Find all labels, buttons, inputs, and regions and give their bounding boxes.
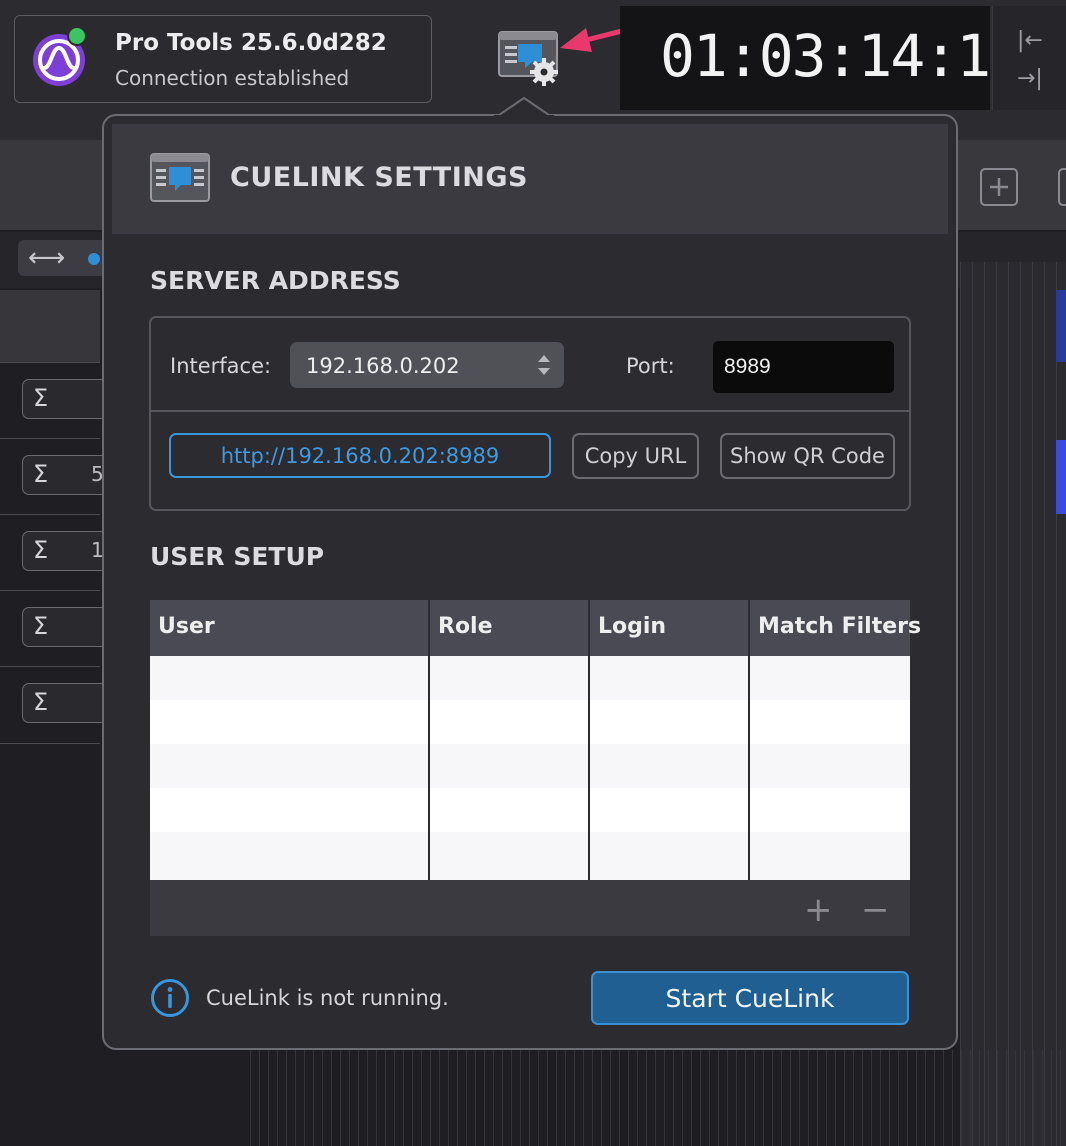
cuelink-status-text: CueLink is not running. xyxy=(206,986,449,1010)
table-row[interactable] xyxy=(150,700,910,744)
add-track-icon[interactable] xyxy=(980,168,1018,206)
table-row[interactable] xyxy=(150,788,910,832)
server-address-heading: SERVER ADDRESS xyxy=(150,266,401,295)
sum-icon: Σ xyxy=(33,688,49,716)
column-divider xyxy=(428,600,430,880)
sum-field[interactable]: Σ xyxy=(22,683,112,723)
sum-field[interactable]: Σ5 xyxy=(22,455,112,495)
sum-field[interactable]: Σ xyxy=(22,607,112,647)
add-user-icon[interactable]: + xyxy=(804,890,833,930)
column-header-login[interactable]: Login xyxy=(590,600,748,656)
table-footer xyxy=(150,880,910,936)
interface-value: 192.168.0.202 xyxy=(306,354,460,378)
app-title: Pro Tools 25.6.0d282 xyxy=(115,30,387,56)
go-to-start-icon[interactable]: |← xyxy=(1017,28,1043,53)
cuelink-settings-button[interactable] xyxy=(498,30,562,90)
user-table[interactable]: User Role Login Match Filters xyxy=(150,600,921,880)
connection-status-text: Connection established xyxy=(115,66,350,90)
column-header-role[interactable]: Role xyxy=(430,600,588,656)
table-row[interactable] xyxy=(150,744,910,788)
track-row: Σ1 xyxy=(0,514,112,591)
timeline-grid-bottom xyxy=(250,1050,1066,1146)
connection-status-dot xyxy=(67,26,87,46)
info-icon xyxy=(151,979,189,1017)
column-divider xyxy=(748,600,750,880)
column-header-user[interactable]: User xyxy=(150,600,428,656)
track-header xyxy=(0,290,100,362)
cuelink-icon xyxy=(150,153,210,202)
sum-field[interactable]: Σ1 xyxy=(22,531,112,571)
horizontal-zoom-icon: ⟷ xyxy=(28,243,66,273)
column-divider xyxy=(588,600,590,880)
show-qr-code-button[interactable]: Show QR Code xyxy=(720,433,895,479)
popover-pointer xyxy=(494,96,554,118)
copy-url-button[interactable]: Copy URL xyxy=(572,433,699,479)
user-setup-heading: USER SETUP xyxy=(150,542,325,571)
column-header-match-filters[interactable]: Match Filters xyxy=(750,600,921,656)
start-cuelink-button[interactable]: Start CueLink xyxy=(591,971,909,1025)
track-row: Σ5 xyxy=(0,438,112,515)
transport-nav-panel: |← →| xyxy=(992,6,1066,110)
zoom-indicator xyxy=(88,253,100,265)
track-row: Σ xyxy=(0,666,112,744)
timeline-region[interactable] xyxy=(1056,290,1066,362)
port-label: Port: xyxy=(626,354,675,378)
sum-icon: Σ xyxy=(33,460,49,488)
select-stepper-icon xyxy=(538,355,550,375)
sum-icon: Σ xyxy=(33,536,49,564)
sum-field[interactable]: Σ xyxy=(22,379,112,419)
table-row[interactable] xyxy=(150,832,910,880)
timecode-display: 01:03:14:11 xyxy=(660,22,1024,90)
server-url-text[interactable]: http://192.168.0.202:8989 xyxy=(169,444,551,468)
sum-icon: Σ xyxy=(33,384,49,412)
table-row[interactable] xyxy=(150,656,910,700)
popover-title: CUELINK SETTINGS xyxy=(230,162,528,193)
sum-icon: Σ xyxy=(33,612,49,640)
go-to-end-icon[interactable]: →| xyxy=(1017,66,1043,91)
interface-label: Interface: xyxy=(170,354,272,378)
connection-status-panel[interactable]: Pro Tools 25.6.0d282 Connection establis… xyxy=(14,15,432,103)
toolbar-button-icon[interactable] xyxy=(1058,168,1066,206)
track-row: Σ xyxy=(0,362,112,439)
port-input[interactable] xyxy=(713,341,894,393)
remove-user-icon[interactable]: − xyxy=(861,890,890,930)
timeline-grid xyxy=(960,262,1066,1146)
divider xyxy=(151,410,909,412)
timeline-region[interactable] xyxy=(1056,440,1066,514)
track-row: Σ xyxy=(0,590,112,667)
